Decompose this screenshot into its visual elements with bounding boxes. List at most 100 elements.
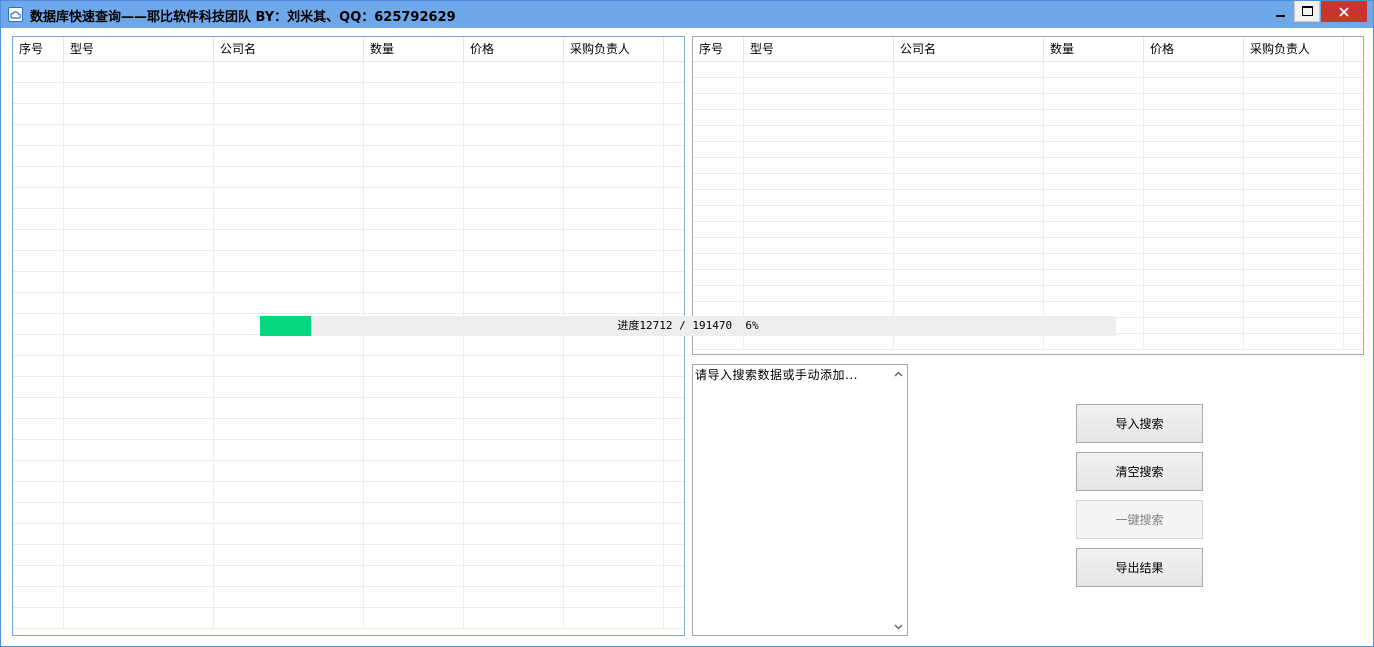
table-cell [464,188,564,208]
table-cell [1144,270,1244,285]
table-row[interactable] [693,62,1363,78]
table-row[interactable] [13,524,684,545]
table-cell [1144,158,1244,173]
table-row[interactable] [13,335,684,356]
table-row[interactable] [13,566,684,587]
table-cell [214,587,364,607]
col-company[interactable]: 公司名 [894,37,1044,61]
table-cell [744,302,894,317]
table-row[interactable] [693,110,1363,126]
table-row[interactable] [13,293,684,314]
table-row[interactable] [13,461,684,482]
table-row[interactable] [13,377,684,398]
table-cell [744,78,894,93]
col-quantity[interactable]: 数量 [1044,37,1144,61]
table-cell [364,587,464,607]
table-cell [13,146,64,166]
table-cell [464,503,564,523]
one-click-search-button[interactable]: 一键搜索 [1076,500,1203,539]
table-row[interactable] [693,94,1363,110]
table-row[interactable] [693,142,1363,158]
table-row[interactable] [13,503,684,524]
table-cell [364,335,464,355]
col-buyer[interactable]: 采购负责人 [564,37,664,61]
table-cell [64,167,214,187]
table-row[interactable] [13,83,684,104]
table-row[interactable] [13,167,684,188]
table-row[interactable] [13,125,684,146]
table-row[interactable] [693,334,1363,350]
title-bar[interactable]: 数据库快速查询——耶比软件科技团队 BY：刘米其、QQ：625792629 [1,1,1373,28]
col-price[interactable]: 价格 [1144,37,1244,61]
table-row[interactable] [13,587,684,608]
table-cell [744,334,894,349]
table-row[interactable] [693,254,1363,270]
database-list[interactable]: 序号 型号 公司名 数量 价格 采购负责人 [12,36,685,636]
table-cell [64,188,214,208]
maximize-button[interactable] [1294,1,1320,22]
vertical-scrollbar[interactable] [890,365,907,635]
col-buyer[interactable]: 采购负责人 [1244,37,1344,61]
table-row[interactable] [13,398,684,419]
col-index[interactable]: 序号 [13,37,64,61]
table-cell [1244,238,1344,253]
table-row[interactable] [13,272,684,293]
table-row[interactable] [13,419,684,440]
window-title: 数据库快速查询——耶比软件科技团队 BY：刘米其、QQ：625792629 [30,10,456,25]
table-row[interactable] [693,158,1363,174]
col-quantity[interactable]: 数量 [364,37,464,61]
table-cell [1044,302,1144,317]
table-row[interactable] [693,190,1363,206]
table-row[interactable] [13,545,684,566]
results-list[interactable]: 序号 型号 公司名 数量 价格 采购负责人 [692,36,1364,355]
table-row[interactable] [13,146,684,167]
table-cell [564,587,664,607]
table-cell [364,545,464,565]
table-cell [214,104,364,124]
col-model[interactable]: 型号 [64,37,214,61]
table-row[interactable] [13,104,684,125]
table-cell [64,62,214,82]
table-cell [564,209,664,229]
table-row[interactable] [13,356,684,377]
table-row[interactable] [13,251,684,272]
table-row[interactable] [13,440,684,461]
table-row[interactable] [13,62,684,83]
table-row[interactable] [693,206,1363,222]
scroll-down-icon[interactable] [890,618,907,635]
col-model[interactable]: 型号 [744,37,894,61]
minimize-button[interactable] [1267,1,1293,22]
table-row[interactable] [13,608,684,629]
table-row[interactable] [13,209,684,230]
table-cell [564,83,664,103]
col-index[interactable]: 序号 [693,37,744,61]
close-button[interactable] [1321,1,1367,22]
table-row[interactable] [693,238,1363,254]
clear-search-button[interactable]: 清空搜索 [1076,452,1203,491]
table-cell [1244,190,1344,205]
table-row[interactable] [693,78,1363,94]
col-company[interactable]: 公司名 [214,37,364,61]
table-cell [1244,286,1344,301]
col-price[interactable]: 价格 [464,37,564,61]
table-row[interactable] [13,482,684,503]
table-row[interactable] [13,230,684,251]
table-cell [744,158,894,173]
search-terms-textarea[interactable]: 请导入搜索数据或手动添加... [692,364,908,636]
table-cell [13,587,64,607]
table-cell [1244,78,1344,93]
table-row[interactable] [13,188,684,209]
table-row[interactable] [693,126,1363,142]
export-results-button[interactable]: 导出结果 [1076,548,1203,587]
table-row[interactable] [693,270,1363,286]
table-cell [693,174,744,189]
table-row[interactable] [693,286,1363,302]
table-cell [13,335,64,355]
scroll-up-icon[interactable] [890,365,907,382]
table-row[interactable] [693,174,1363,190]
table-cell [464,146,564,166]
table-cell [64,83,214,103]
table-row[interactable] [693,222,1363,238]
table-cell [744,270,894,285]
import-search-button[interactable]: 导入搜索 [1076,404,1203,443]
